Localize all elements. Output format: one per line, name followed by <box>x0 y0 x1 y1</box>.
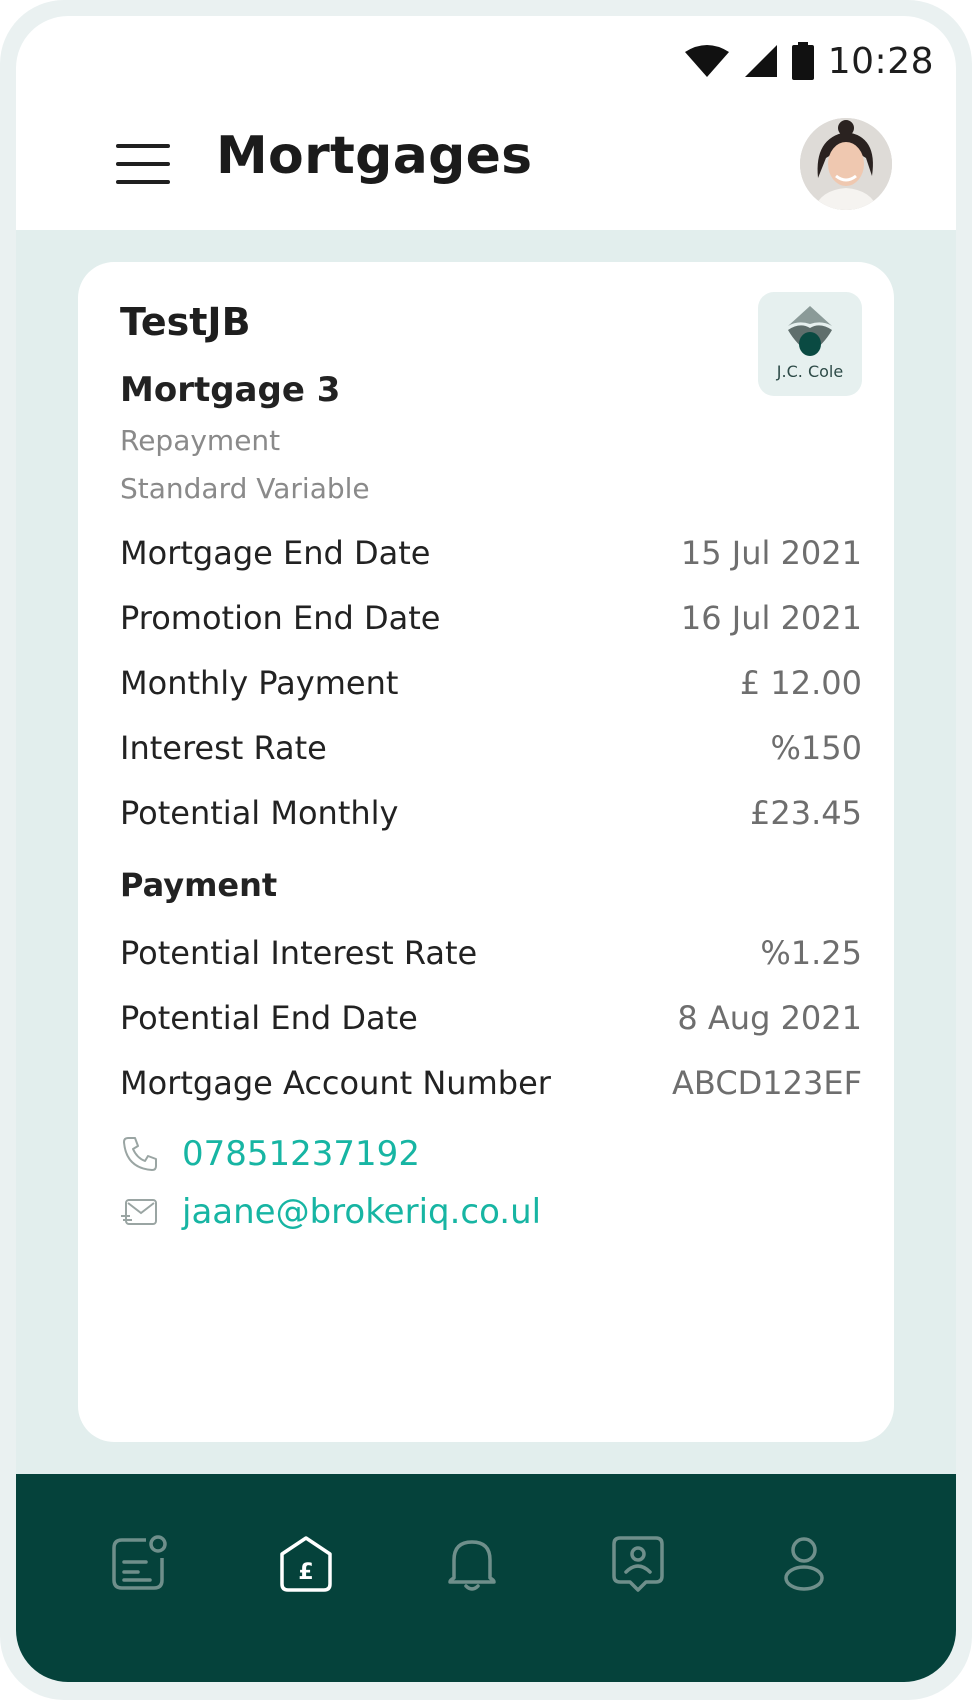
detail-row-potential-end-date: Potential End Date 8 Aug 2021 <box>120 995 862 1041</box>
detail-value: %1.25 <box>760 934 862 972</box>
wifi-icon <box>684 45 729 77</box>
detail-label: Mortgage Account Number <box>120 1064 551 1102</box>
detail-row-promotion-end-date: Promotion End Date 16 Jul 2021 <box>120 595 862 641</box>
dashboard-icon <box>112 1535 167 1590</box>
profile-icon <box>784 1537 824 1591</box>
hamburger-menu-icon[interactable] <box>116 144 170 184</box>
detail-label: Monthly Payment <box>120 664 399 702</box>
page-title: Mortgages <box>216 126 533 186</box>
detail-label: Mortgage End Date <box>120 534 431 572</box>
mortgage-name: Mortgage 3 <box>120 370 341 410</box>
email-link[interactable]: jaane@brokeriq.co.ul <box>182 1192 541 1232</box>
nav-contacts[interactable] <box>606 1532 670 1596</box>
section-title-payment: Payment <box>120 866 278 904</box>
bottom-nav: £ <box>16 1474 956 1682</box>
client-name: TestJB <box>120 300 251 344</box>
detail-row-account-number: Mortgage Account Number ABCD123EF <box>120 1060 862 1106</box>
detail-label: Potential Monthly <box>120 794 399 832</box>
mortgage-home-pound-icon: £ <box>280 1536 332 1592</box>
email-icon <box>121 1199 157 1225</box>
bell-icon <box>448 1540 496 1591</box>
svg-text:£: £ <box>298 1560 313 1585</box>
mortgage-card: TestJB Mortgage 3 Repayment Standard Var… <box>78 262 894 1442</box>
detail-row-mortgage-end-date: Mortgage End Date 15 Jul 2021 <box>120 530 862 576</box>
nav-mortgages[interactable]: £ <box>274 1532 338 1596</box>
detail-value: £23.45 <box>750 794 862 832</box>
battery-icon <box>791 42 814 80</box>
detail-value: 8 Aug 2021 <box>677 999 862 1037</box>
nav-notifications[interactable] <box>440 1532 504 1596</box>
contact-card-icon <box>612 1536 664 1592</box>
detail-row-potential-monthly: Potential Monthly £23.45 <box>120 790 862 836</box>
detail-label: Promotion End Date <box>120 599 441 637</box>
detail-value: %150 <box>770 729 862 767</box>
rate-type: Standard Variable <box>120 472 370 505</box>
detail-label: Potential Interest Rate <box>120 934 478 972</box>
phone-icon <box>123 1137 157 1171</box>
cellular-signal-icon <box>744 45 777 77</box>
detail-label: Interest Rate <box>120 729 327 767</box>
top-bar: 10:28 Mortgages <box>16 16 956 230</box>
user-avatar[interactable] <box>800 118 892 210</box>
lender-logo: J.C. Cole <box>758 292 862 396</box>
nav-profile[interactable] <box>772 1532 836 1596</box>
phone-contact[interactable]: 07851237192 <box>120 1134 420 1174</box>
email-contact[interactable]: jaane@brokeriq.co.ul <box>120 1192 541 1232</box>
detail-value: 16 Jul 2021 <box>680 599 862 637</box>
status-bar: 10:28 <box>684 38 934 84</box>
detail-row-interest-rate: Interest Rate %150 <box>120 725 862 771</box>
device-frame: 10:28 Mortgages TestJB Mortgage 3 Repaym… <box>0 0 972 1700</box>
repayment-type: Repayment <box>120 424 281 457</box>
detail-row-potential-interest-rate: Potential Interest Rate %1.25 <box>120 930 862 976</box>
nav-dashboard[interactable] <box>108 1532 172 1596</box>
detail-value: £ 12.00 <box>739 664 862 702</box>
detail-value: ABCD123EF <box>672 1064 862 1102</box>
detail-value: 15 Jul 2021 <box>680 534 862 572</box>
lender-logo-text: J.C. Cole <box>776 362 844 381</box>
status-time: 10:28 <box>827 40 934 82</box>
detail-row-monthly-payment: Monthly Payment £ 12.00 <box>120 660 862 706</box>
lender-logo-icon <box>788 306 832 356</box>
app-screen: 10:28 Mortgages TestJB Mortgage 3 Repaym… <box>16 16 956 1682</box>
detail-label: Potential End Date <box>120 999 418 1037</box>
phone-number-link[interactable]: 07851237192 <box>182 1134 420 1174</box>
